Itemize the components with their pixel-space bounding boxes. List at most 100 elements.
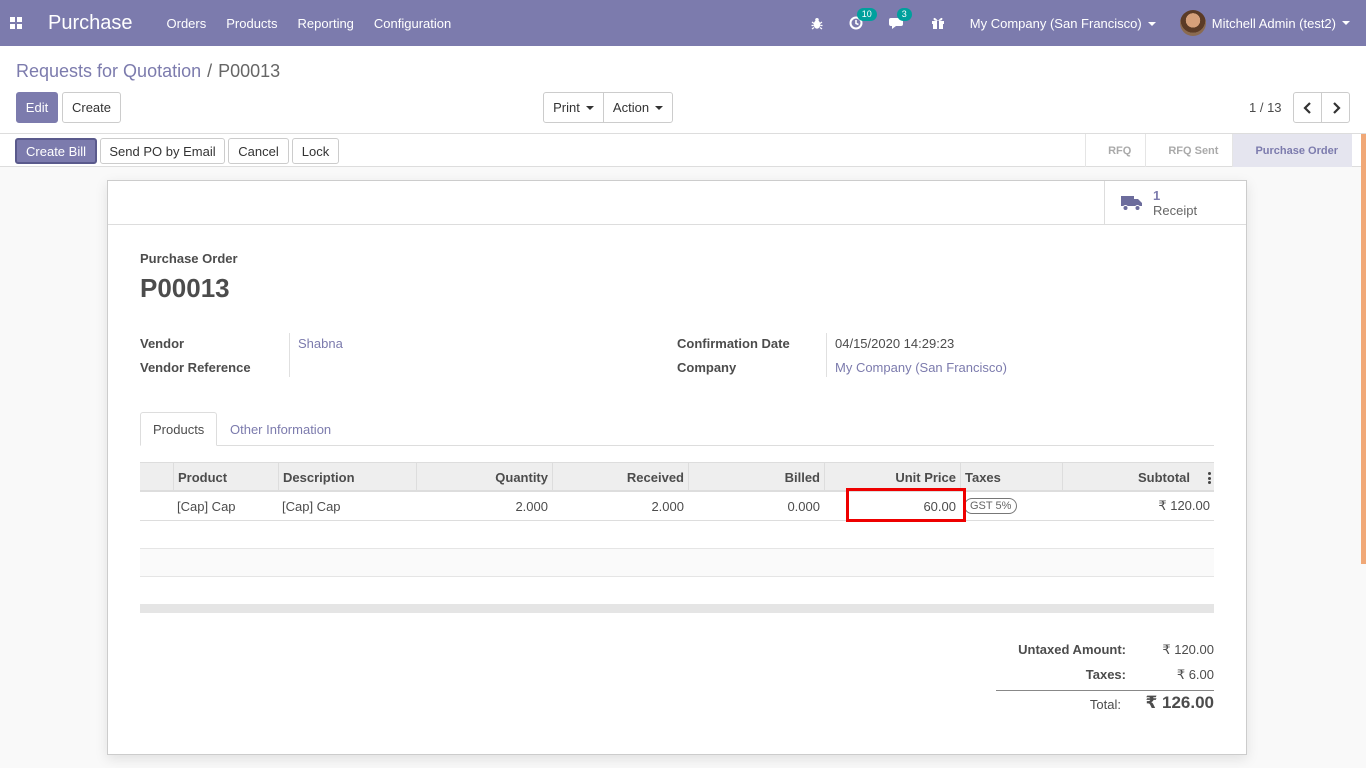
- vendor-label: Vendor: [140, 336, 185, 351]
- receipt-label: Receipt: [1153, 203, 1198, 218]
- company-field[interactable]: My Company (San Francisco): [835, 360, 1007, 375]
- stage-purchase-order: Purchase Order: [1232, 134, 1352, 167]
- chevron-right-icon: [1332, 101, 1341, 114]
- create-button[interactable]: Create: [62, 92, 121, 123]
- pager-value[interactable]: 1 / 13: [1249, 100, 1282, 115]
- untaxed-amount-value: ₹ 120.00: [1162, 642, 1214, 657]
- unit-price-highlight: [846, 488, 966, 522]
- smart-button-box: 1 Receipt: [108, 181, 1246, 225]
- breadcrumb-parent[interactable]: Requests for Quotation: [16, 61, 201, 81]
- document-type-label: Purchase Order: [140, 251, 238, 266]
- tab-products[interactable]: Products: [140, 412, 218, 446]
- column-header-taxes[interactable]: Taxes: [960, 463, 1062, 491]
- total-value: ₹ 126.00: [1145, 693, 1214, 712]
- breadcrumb-current: P00013: [218, 61, 281, 81]
- activity-clock-icon[interactable]: 10: [849, 8, 877, 30]
- send-po-email-button[interactable]: Send PO by Email: [100, 138, 225, 164]
- stage-rfq-sent: RFQ Sent: [1145, 134, 1232, 167]
- column-header-received[interactable]: Received: [552, 463, 688, 491]
- empty-row: [140, 549, 1214, 577]
- cell-product: [Cap] Cap: [177, 498, 236, 514]
- untaxed-amount-label: Untaxed Amount:: [1018, 642, 1126, 657]
- activity-badge: 10: [856, 8, 877, 21]
- user-menu[interactable]: Mitchell Admin (test2): [1179, 10, 1350, 36]
- empty-row: [140, 521, 1214, 549]
- breadcrumb-separator: /: [207, 61, 213, 81]
- confirmation-date-label: Confirmation Date: [677, 336, 790, 351]
- lock-button[interactable]: Lock: [292, 138, 339, 164]
- print-dropdown[interactable]: Print: [543, 92, 604, 123]
- menu-products[interactable]: Products: [226, 16, 277, 31]
- app-brand[interactable]: Purchase: [48, 12, 133, 35]
- column-header-description[interactable]: Description: [278, 463, 416, 491]
- taxes-value: ₹ 6.00: [1176, 667, 1214, 682]
- taxes-label: Taxes:: [1085, 667, 1126, 682]
- column-header-subtotal[interactable]: Subtotal: [1062, 463, 1214, 491]
- company-name: My Company (San Francisco): [969, 15, 1142, 31]
- main-menu: Orders Products Reporting Configuration: [167, 16, 452, 31]
- column-header-billed[interactable]: Billed: [688, 463, 824, 491]
- column-header-quantity[interactable]: Quantity: [416, 463, 552, 491]
- tab-other-information[interactable]: Other Information: [218, 412, 343, 446]
- pager-previous-button[interactable]: [1293, 92, 1322, 123]
- confirmation-date-field[interactable]: 04/15/2020 14:29:23: [835, 336, 954, 351]
- cell-quantity: 2.000: [515, 498, 548, 514]
- cell-subtotal: ₹ 120.00: [1158, 498, 1210, 513]
- column-header-unit-price[interactable]: Unit Price: [824, 463, 960, 491]
- receipt-smart-button[interactable]: 1 Receipt: [1104, 181, 1246, 225]
- systray: 10 3 My Company (San Francisco) Mitchell…: [798, 0, 1366, 46]
- stage-indicator: RFQ RFQ Sent Purchase Order: [1085, 134, 1352, 167]
- cell-received: 2.000: [651, 498, 684, 514]
- company-label: Company: [677, 360, 737, 375]
- bug-icon[interactable]: [811, 17, 823, 30]
- cell-taxes: GST 5%: [960, 492, 1062, 520]
- table-footer: [140, 605, 1214, 613]
- user-name: Mitchell Admin (test2): [1211, 15, 1336, 31]
- table-header: Product Description Quantity Received Bi…: [140, 462, 1214, 492]
- menu-orders[interactable]: Orders: [167, 16, 207, 31]
- receipt-count: 1: [1153, 188, 1161, 203]
- action-label: Action: [612, 100, 650, 115]
- cell-description: [Cap] Cap: [282, 498, 341, 514]
- create-bill-button[interactable]: Create Bill: [15, 138, 97, 164]
- gift-icon[interactable]: [931, 16, 945, 30]
- control-panel: Requests for Quotation / P00013 Edit Creat…: [0, 46, 1366, 134]
- pager-next-button[interactable]: [1321, 92, 1350, 123]
- caret-down-icon: [1147, 22, 1156, 27]
- caret-down-icon: [1342, 21, 1350, 25]
- company-switcher[interactable]: My Company (San Francisco): [970, 16, 1156, 31]
- menu-configuration[interactable]: Configuration: [374, 16, 451, 31]
- cancel-button[interactable]: Cancel: [228, 138, 289, 164]
- table-row[interactable]: [Cap] Cap [Cap] Cap 2.000 2.000 0.000 60…: [140, 488, 1214, 522]
- field-divider: [826, 333, 827, 377]
- vendor-reference-label: Vendor Reference: [140, 360, 251, 375]
- print-label: Print: [553, 100, 580, 115]
- totals-divider: [996, 690, 1214, 691]
- cell-billed: 0.000: [787, 498, 820, 514]
- top-navbar: Purchase Orders Products Reporting Confi…: [0, 0, 1366, 46]
- apps-menu-icon[interactable]: [0, 0, 32, 46]
- vendor-field[interactable]: Shabna: [298, 336, 343, 351]
- menu-reporting[interactable]: Reporting: [298, 16, 354, 31]
- tax-tag: GST 5%: [964, 498, 1018, 514]
- notebook-tabs: Products Other Information: [140, 412, 1214, 446]
- caret-down-icon: [585, 105, 594, 110]
- column-header-product[interactable]: Product: [173, 463, 278, 491]
- chevron-left-icon: [1302, 101, 1311, 114]
- stage-rfq: RFQ: [1085, 134, 1145, 167]
- truck-icon: [1121, 196, 1142, 211]
- action-dropdown[interactable]: Action: [603, 92, 673, 123]
- caret-down-icon: [655, 105, 664, 110]
- order-lines-table: Product Description Quantity Received Bi…: [140, 462, 1214, 613]
- form-sheet: 1 Receipt Purchase Order P00013 Vendor S…: [107, 180, 1247, 755]
- breadcrumb: Requests for Quotation / P00013: [16, 61, 280, 82]
- field-divider: [289, 333, 290, 377]
- optional-columns-icon[interactable]: [1208, 472, 1211, 484]
- empty-row: [140, 577, 1214, 605]
- page-scrollbar[interactable]: [1361, 134, 1366, 564]
- messages-icon[interactable]: 3: [888, 8, 912, 30]
- edit-button[interactable]: Edit: [16, 92, 58, 123]
- document-title: P00013: [140, 273, 230, 303]
- user-avatar: [1179, 10, 1206, 36]
- form-statusbar: Create Bill Send PO by Email Cancel Lock…: [0, 134, 1366, 167]
